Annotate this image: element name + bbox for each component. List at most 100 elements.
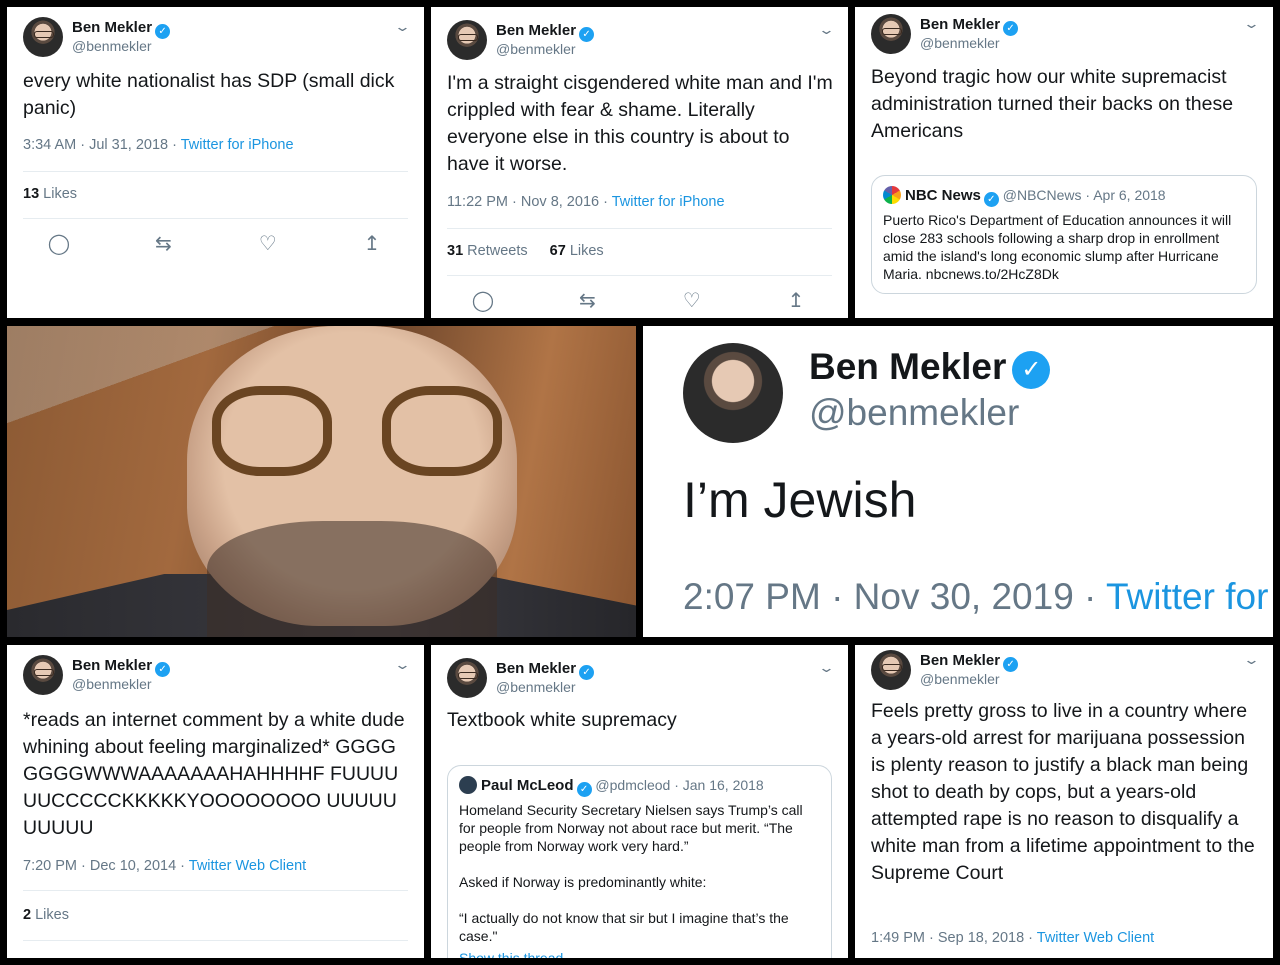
author-name[interactable]: Ben Mekler ✓ (72, 19, 171, 39)
share-icon[interactable]: ↥ (360, 232, 384, 256)
retweet-icon[interactable]: ⇆ (575, 289, 599, 313)
chevron-down-icon[interactable]: ⌄ (1243, 16, 1260, 32)
author-handle[interactable]: @benmekler (72, 38, 152, 54)
photo-glasses (212, 386, 502, 481)
verified-icon: ✓ (1003, 657, 1019, 672)
tweet-timestamp: 3:34 AM · Jul 31, 2018 · Twitter for iPh… (23, 137, 294, 153)
tweet-time: 7:20 PM · Dec 10, 2014 · (23, 858, 189, 874)
show-thread-link[interactable]: Show this thread (459, 949, 820, 958)
author-handle[interactable]: @benmekler (809, 392, 1019, 434)
avatar[interactable] (683, 343, 783, 443)
like-icon[interactable]: ♡ (256, 232, 280, 256)
quoted-tweet-header: NBC News ✓ @NBCNews · Apr 6, 2018 (883, 186, 1245, 207)
likes-count[interactable]: 67 Likes (550, 243, 604, 259)
avatar[interactable] (871, 650, 911, 690)
tweet-text: I'm a straight cisgendered white man and… (447, 72, 833, 175)
author-handle[interactable]: @benmekler (496, 679, 576, 695)
photo-beard (207, 521, 497, 637)
tweet-time: 2:07 PM · Nov 30, 2019 · (683, 576, 1106, 617)
tweet-time: 11:22 PM · Nov 8, 2016 · (447, 194, 612, 210)
tweet-header: Ben Mekler ✓ @benmekler ⌄ (871, 14, 1260, 54)
quoted-tweet[interactable]: Paul McLeod ✓ @pdmcleod · Jan 16, 2018 Ho… (447, 765, 832, 958)
divider (447, 228, 832, 229)
avatar[interactable] (23, 17, 63, 57)
chevron-down-icon[interactable]: ⌄ (394, 19, 411, 35)
tweet-card-8[interactable]: Ben Mekler ✓ @benmekler ⌄ Feels pretty gr… (855, 645, 1273, 958)
likes-count[interactable]: 13 Likes (23, 186, 77, 202)
quoted-author-handle: @pdmcleod · Jan 16, 2018 (595, 777, 764, 793)
author-name[interactable]: Ben Mekler ✓ (920, 16, 1019, 36)
quoted-tweet-text: Homeland Security Secretary Nielsen says… (459, 802, 803, 854)
tweet-card-2[interactable]: Ben Mekler ✓ @benmekler ⌄ I'm a straight … (431, 7, 848, 318)
chevron-down-icon[interactable]: ⌄ (1243, 652, 1260, 668)
quoted-author-name: NBC News (905, 187, 981, 204)
author-name[interactable]: Ben Mekler ✓ (496, 660, 595, 680)
share-icon[interactable]: ↥ (784, 289, 808, 313)
avatar[interactable] (447, 20, 487, 60)
retweets-count[interactable]: 31 Retweets (447, 243, 528, 259)
tweet-header: Ben Mekler ✓ @benmekler ⌄ (447, 658, 835, 698)
tweet-stats: 31 Retweets 67 Likes (447, 243, 604, 259)
author-handle[interactable]: @benmekler (920, 35, 1000, 51)
tweet-card-3[interactable]: Ben Mekler ✓ @benmekler ⌄ Beyond tragic h… (855, 7, 1273, 318)
retweets-number: 31 (447, 243, 464, 259)
verified-icon: ✓ (576, 782, 592, 797)
tweet-card-1[interactable]: Ben Mekler ✓ @benmekler ⌄ every white nat… (7, 7, 424, 318)
author-name-text: Ben Mekler (920, 652, 1001, 669)
tweet-card-6[interactable]: Ben Mekler ✓ @benmekler ⌄ *reads an inter… (7, 645, 424, 958)
author-name[interactable]: Ben Mekler ✓ (496, 22, 595, 42)
chevron-down-icon[interactable]: ⌄ (818, 660, 835, 676)
reply-icon[interactable]: ◯ (47, 232, 71, 256)
like-icon[interactable]: ♡ (680, 289, 704, 313)
author-name-text: Ben Mekler (72, 19, 153, 36)
tweet-source-link[interactable]: Twitter for iPhone (612, 194, 725, 210)
profile-photo (7, 326, 636, 637)
author-name-text: Ben Mekler (72, 657, 153, 674)
tweet-card-large[interactable]: Ben Mekler ✓ @benmekler I’m Jewish 2:07 P… (643, 326, 1273, 637)
avatar[interactable] (447, 658, 487, 698)
likes-label: Likes (31, 907, 69, 923)
tweet-text: Textbook white supremacy (447, 709, 677, 731)
tweet-header: Ben Mekler ✓ @benmekler ⌄ (23, 17, 411, 57)
tweet-timestamp: 7:20 PM · Dec 10, 2014 · Twitter Web Cli… (23, 858, 306, 874)
author-name[interactable]: Ben Mekler ✓ (72, 657, 171, 677)
likes-label: Likes (565, 243, 604, 259)
tweet-source-link[interactable]: Twitter Web Client (1037, 930, 1154, 946)
divider (23, 890, 408, 891)
tweet-source-link[interactable]: Twitter Web Client (189, 858, 306, 874)
tweet-text: Beyond tragic how our white supremacist … (871, 66, 1234, 142)
tweet-header: Ben Mekler ✓ @benmekler ⌄ (447, 20, 835, 60)
tweet-actions: ◯ ⇆ ♡ ↥ (471, 289, 808, 313)
tweet-source-link[interactable]: Twitter for iPhone (181, 137, 294, 153)
chevron-down-icon[interactable]: ⌄ (394, 657, 411, 673)
tweet-timestamp: 11:22 PM · Nov 8, 2016 · Twitter for iPh… (447, 194, 725, 210)
reply-icon[interactable]: ◯ (471, 289, 495, 313)
quoted-tweet-text: “I actually do not know that sir but I i… (459, 910, 789, 944)
glasses-lens-left (212, 386, 332, 476)
tweet-card-7[interactable]: Ben Mekler ✓ @benmekler ⌄ Textbook white … (431, 645, 848, 958)
tweet-time: 3:34 AM · Jul 31, 2018 · (23, 137, 181, 153)
avatar[interactable] (871, 14, 911, 54)
avatar[interactable] (23, 655, 63, 695)
author-handle[interactable]: @benmekler (920, 671, 1000, 687)
author-name[interactable]: Ben Mekler ✓ (809, 346, 1051, 389)
retweet-icon[interactable]: ⇆ (151, 232, 175, 256)
author-handle[interactable]: @benmekler (72, 676, 152, 692)
author-handle[interactable]: @benmekler (496, 41, 576, 57)
tweet-timestamp: 1:49 PM · Sep 18, 2018 · Twitter Web Cli… (871, 930, 1154, 946)
author-name-text: Ben Mekler (496, 660, 577, 677)
verified-icon: ✓ (579, 27, 595, 42)
tweet-text: I’m Jewish (683, 472, 917, 528)
quoted-author-handle: @NBCNews · Apr 6, 2018 (1002, 187, 1166, 203)
chevron-down-icon[interactable]: ⌄ (818, 22, 835, 38)
likes-count[interactable]: 2 Likes (23, 907, 69, 923)
quoted-tweet[interactable]: NBC News ✓ @NBCNews · Apr 6, 2018 Puerto … (871, 175, 1257, 294)
likes-number: 2 (23, 907, 32, 923)
tweet-source-link[interactable]: Twitter for (1106, 576, 1268, 617)
tweet-text: every white nationalist has SDP (small d… (23, 70, 395, 119)
author-name[interactable]: Ben Mekler ✓ (920, 652, 1019, 672)
divider (447, 275, 832, 276)
divider (23, 940, 408, 941)
quoted-tweet-text: Puerto Rico's Department of Education an… (883, 212, 1232, 282)
quoted-avatar (883, 186, 901, 204)
